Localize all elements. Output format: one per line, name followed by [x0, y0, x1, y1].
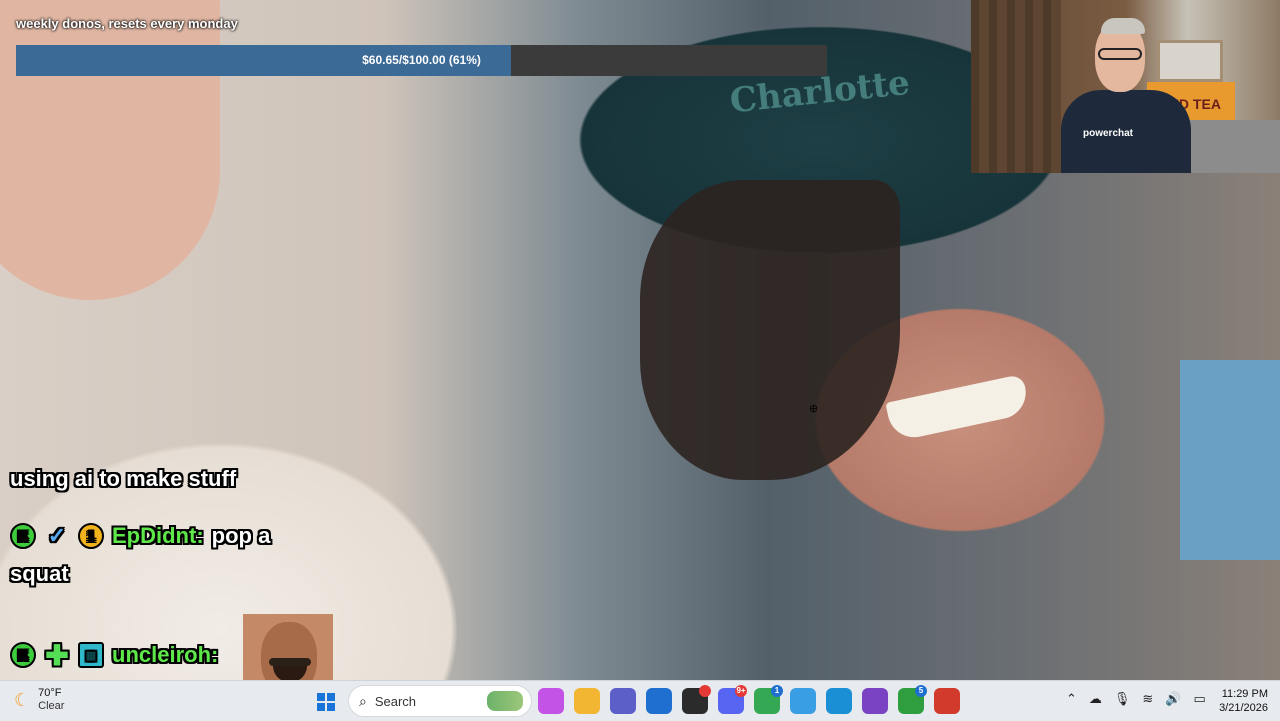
subscriber-badge-icon: 1 — [78, 523, 104, 549]
kick-badge-icon: K — [10, 523, 36, 549]
bed — [1185, 120, 1280, 173]
edge-app-icon[interactable] — [826, 688, 852, 714]
file-explorer-app-icon[interactable] — [574, 688, 600, 714]
system-tray: ⌃ ☁ 🎙 ≋ 🔊 ▭ — [1066, 691, 1206, 707]
weather-condition: Clear — [38, 700, 65, 712]
chat-message: K ✓ 1 EpDidnt: pop a — [10, 523, 270, 549]
taskbar: ☾ 70°F Clear ⌕ Search 9+ 1 5 ⌃ ☁ 🎙 ≋ 🔊 ▭ 1… — [0, 680, 1280, 721]
search-label: Search — [374, 693, 417, 709]
wall-poster — [1180, 360, 1280, 560]
chat-message-text: pop a — [211, 523, 271, 548]
emote-mustache — [269, 658, 311, 666]
pinned-apps: 9+ 1 5 — [538, 685, 960, 714]
volume-icon[interactable]: 🔊 — [1165, 691, 1181, 707]
glasses — [1098, 48, 1142, 60]
xbox-app-icon[interactable]: 5 — [898, 685, 927, 714]
streamer-cap — [1101, 18, 1145, 34]
grid-badge-icon: ▦ — [78, 642, 104, 668]
notification-badge: 9+ — [735, 685, 747, 697]
discord-app-icon[interactable]: 9+ — [718, 685, 747, 714]
windows-logo-icon — [317, 693, 325, 701]
clock-time: 11:29 PM — [1221, 688, 1268, 700]
notification-badge: 5 — [915, 685, 927, 697]
donation-progress-bar: $60.65/$100.00 (61%) — [16, 45, 827, 76]
search-highlight-icon — [487, 691, 523, 711]
weather-widget[interactable]: ☾ 70°F Clear — [14, 687, 64, 713]
wood-wall — [971, 0, 1061, 173]
microphone-icon[interactable]: 🎙 — [1114, 691, 1131, 707]
plus-badge-icon: ✚ — [45, 639, 69, 671]
store-app-icon[interactable] — [646, 688, 672, 714]
app-purple-app-icon[interactable] — [862, 688, 888, 714]
zoom-cursor-icon: ⊕ — [809, 403, 819, 415]
smile — [885, 373, 1031, 443]
chat-username: uncleiroh: — [112, 642, 219, 667]
copilot-app-icon[interactable] — [538, 688, 564, 714]
verified-check-icon: ✓ — [47, 523, 67, 548]
donation-progress-value: $60.65/$100.00 (61%) — [362, 53, 481, 67]
start-button[interactable] — [317, 693, 335, 711]
chevron-up-icon[interactable]: ⌃ — [1066, 691, 1077, 707]
hair — [640, 180, 900, 480]
kick-badge-icon: K — [10, 642, 36, 668]
window-ac — [1157, 40, 1223, 82]
app-blue-app-icon[interactable] — [790, 688, 816, 714]
chat-message: K ✚ ▦ uncleiroh: — [10, 639, 219, 671]
notification-badge: 1 — [771, 685, 783, 697]
donation-progress-text: $60.65/$100.00 (61%) — [16, 45, 827, 76]
chat-message-continued: squat — [10, 561, 69, 586]
app-red-app-icon[interactable] — [934, 688, 960, 714]
weather-temp: 70°F — [38, 687, 62, 699]
obs-app-icon[interactable] — [682, 685, 711, 714]
search-icon: ⌕ — [359, 692, 367, 709]
webcam-feed: TED TEA powerchat — [971, 0, 1280, 173]
teams-app-icon[interactable] — [610, 688, 636, 714]
chat-message: using ai to make stuff — [10, 466, 237, 491]
search-box[interactable]: ⌕ Search — [348, 685, 532, 717]
chat-username: EpDidnt: — [112, 523, 204, 548]
chrome-app-icon[interactable]: 1 — [754, 685, 783, 714]
wifi-icon[interactable]: ≋ — [1142, 691, 1153, 707]
moon-icon: ☾ — [14, 689, 31, 710]
clock[interactable]: 11:29 PM 3/21/2026 — [1212, 687, 1268, 715]
battery-icon[interactable]: ▭ — [1194, 691, 1206, 707]
notification-badge — [699, 685, 711, 697]
shirt-logo: powerchat — [1083, 128, 1134, 139]
clock-date: 3/21/2026 — [1219, 702, 1268, 714]
cloud-icon[interactable]: ☁ — [1089, 691, 1102, 707]
donation-goal-label: weekly donos, resets every monday — [16, 16, 238, 31]
